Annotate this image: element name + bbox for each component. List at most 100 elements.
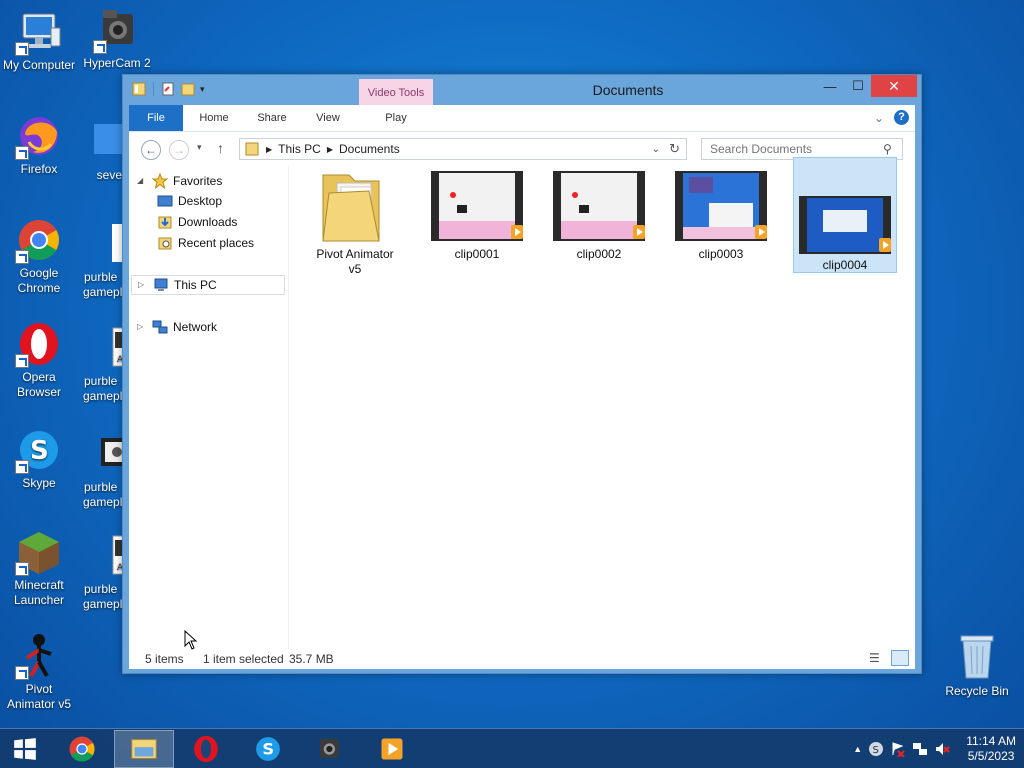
forward-button[interactable]: → — [169, 140, 189, 160]
back-button[interactable]: ← — [141, 140, 161, 160]
tab-play[interactable]: Play — [359, 105, 433, 131]
expand-ribbon-icon[interactable]: ⌄ — [874, 111, 884, 125]
breadcrumb-this-pc[interactable]: This PC — [278, 142, 321, 156]
desktop-icon-skype[interactable]: S Skype — [0, 426, 78, 491]
desktop-icon-google-chrome[interactable]: Google Chrome — [0, 216, 78, 296]
desktop-icon-label: My Computer — [2, 58, 76, 72]
details-view-icon[interactable]: ☰ — [869, 651, 880, 665]
title-bar[interactable]: ▾ Video Tools Documents — ☐ ✕ — [123, 75, 921, 131]
nav-desktop[interactable]: Desktop — [157, 191, 222, 211]
file-icon — [98, 220, 122, 268]
recycle-bin-icon — [957, 632, 997, 680]
shortcut-icon — [92, 118, 122, 166]
desktop-icon-purble-1[interactable]: purble gamepl — [80, 220, 122, 300]
address-dropdown-icon[interactable]: ⌄ — [652, 144, 660, 155]
avi-icon: AV — [100, 532, 122, 580]
up-button[interactable]: ↑ — [217, 140, 224, 156]
properties-icon[interactable] — [160, 81, 176, 97]
hypercam-icon — [320, 739, 339, 758]
desktop-icon-seve[interactable]: seve — [78, 118, 122, 183]
desktop-icon-purble-3[interactable]: purble gamepl — [80, 430, 122, 510]
address-bar[interactable]: ▶ This PC ▶ Documents ⌄ ↻ — [239, 138, 687, 160]
recycle-bin-label: Recycle Bin — [945, 684, 1009, 698]
maximize-button[interactable]: ☐ — [843, 75, 873, 97]
video-tools-label: Video Tools — [367, 87, 425, 99]
desktop-icon-hypercam[interactable]: HyperCam 2 — [78, 6, 156, 71]
clock-date: 5/5/2023 — [967, 749, 1015, 763]
taskbar-chrome[interactable] — [52, 730, 112, 768]
file-item-clip0001[interactable]: clip0001 — [425, 165, 529, 262]
desktop-icon-minecraft[interactable]: Minecraft Launcher — [0, 528, 78, 608]
file-item-folder[interactable]: Pivot Animator v5 — [303, 165, 407, 277]
nav-favorites[interactable]: ◢ Favorites — [137, 171, 222, 191]
clock[interactable]: 11:14 AM 5/5/2023 — [966, 734, 1016, 764]
volume-muted-icon[interactable] — [934, 741, 950, 757]
recent-locations-icon[interactable]: ▾ — [197, 142, 202, 153]
desktop-icon-label: purble — [84, 374, 118, 388]
desktop-icon-purble-2[interactable]: AV purble gamepl — [80, 324, 122, 404]
nav-label: Downloads — [178, 215, 238, 229]
file-item-clip0004[interactable]: clip0004 — [793, 157, 897, 273]
file-name: v5 — [348, 262, 362, 276]
desktop-icon-opera[interactable]: Opera Browser — [0, 320, 78, 400]
pivot-icon — [15, 632, 63, 680]
search-icon[interactable]: ⚲ — [883, 142, 892, 156]
file-item-clip0003[interactable]: clip0003 — [669, 165, 773, 262]
desktop-icon-my-computer[interactable]: My Computer — [0, 8, 78, 73]
network-tray-icon[interactable] — [912, 741, 928, 757]
this-pc-icon — [154, 278, 168, 291]
content-area: ◢ Favorites Desktop Downloads Recent pla… — [129, 157, 915, 649]
tab-file[interactable]: File — [129, 105, 183, 131]
status-bar: 5 items 1 item selected 35.7 MB ☰ — [129, 649, 915, 669]
expand-icon[interactable]: ▷ — [137, 317, 147, 337]
desktop-icon-purble-4[interactable]: AV purble gamepl — [80, 532, 122, 612]
taskbar-skype[interactable]: S — [238, 730, 298, 768]
nav-recent-places[interactable]: Recent places — [157, 233, 254, 253]
svg-text:S: S — [30, 436, 49, 466]
tab-view[interactable]: View — [305, 105, 351, 131]
refresh-button[interactable]: ↻ — [669, 141, 680, 157]
desktop-icon-pivot[interactable]: Pivot Animator v5 — [0, 632, 78, 712]
collapse-icon[interactable]: ◢ — [137, 171, 147, 191]
desktop-icon-label: Opera — [22, 370, 56, 384]
desktop-icon-firefox[interactable]: Firefox — [0, 112, 78, 177]
file-item-clip0002[interactable]: clip0002 — [547, 165, 651, 262]
desktop-icon-label: gamepl — [83, 285, 122, 299]
customize-qat-icon[interactable]: ▾ — [200, 84, 205, 95]
file-name: Pivot Animator — [316, 247, 394, 261]
close-button[interactable]: ✕ — [871, 75, 917, 97]
file-explorer-icon — [131, 739, 157, 759]
desktop-icon-label: gamepl — [83, 495, 122, 509]
tab-share[interactable]: Share — [249, 105, 295, 131]
taskbar-file-explorer[interactable] — [114, 730, 174, 768]
chrome-icon — [15, 216, 63, 264]
expand-icon[interactable]: ▷ — [138, 275, 148, 295]
desktop-icon-label: HyperCam 2 — [83, 56, 151, 70]
desktop-icon-label: gamepl — [83, 597, 122, 611]
minimize-button[interactable]: — — [815, 75, 845, 97]
large-icons-view-icon[interactable] — [891, 650, 909, 666]
mouse-cursor-icon — [184, 630, 198, 650]
taskbar: S ▲ S 11:14 AM 5/5/2023 — [0, 728, 1024, 768]
tab-home[interactable]: Home — [191, 105, 237, 131]
help-icon[interactable]: ? — [894, 110, 909, 125]
taskbar-media-player[interactable] — [362, 730, 422, 768]
minecraft-icon — [15, 528, 63, 576]
taskbar-hypercam[interactable] — [300, 730, 360, 768]
skype-tray-icon[interactable]: S — [868, 741, 884, 757]
desktop-icon-recycle-bin[interactable]: Recycle Bin — [940, 632, 1014, 698]
folder-icon — [309, 169, 401, 243]
nav-downloads[interactable]: Downloads — [157, 212, 237, 232]
nav-network[interactable]: ▷ Network — [137, 317, 217, 337]
desktop-icon-label: Google — [19, 266, 59, 280]
opera-icon — [15, 320, 63, 368]
action-center-icon[interactable] — [890, 741, 906, 757]
video-thumbnail-icon — [553, 169, 645, 243]
start-button[interactable] — [0, 730, 50, 768]
show-hidden-icons-icon[interactable]: ▲ — [853, 744, 862, 754]
desktop-icon-label: Browser — [16, 385, 61, 399]
new-folder-icon[interactable] — [180, 81, 196, 97]
nav-this-pc[interactable]: ▷ This PC — [131, 275, 285, 295]
taskbar-opera[interactable] — [176, 730, 236, 768]
breadcrumb-documents[interactable]: Documents — [339, 142, 400, 156]
